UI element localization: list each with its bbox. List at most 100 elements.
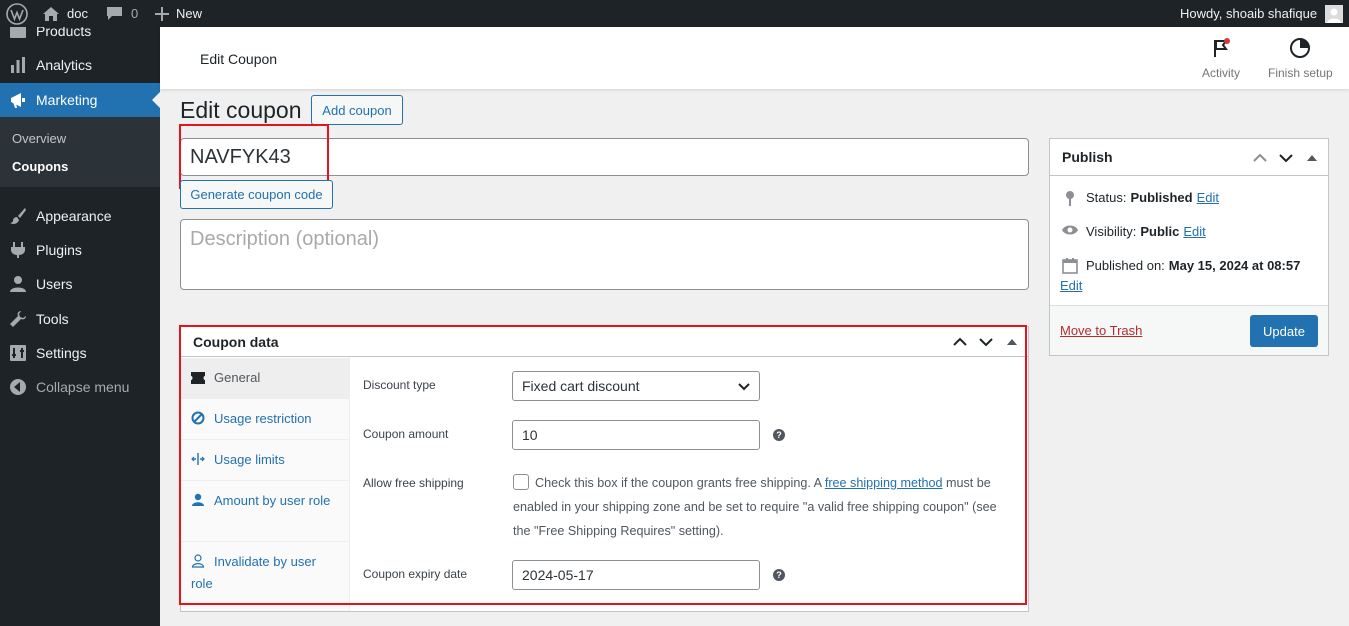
- free-shipping-method-link[interactable]: free shipping method: [825, 476, 943, 490]
- sidebar-item-settings[interactable]: Settings: [0, 336, 160, 370]
- submenu-item-overview[interactable]: Overview: [12, 131, 66, 146]
- archive-icon: [0, 27, 36, 40]
- sidebar-item-label: Marketing: [36, 92, 98, 108]
- ticket-icon: [191, 370, 209, 390]
- tab-usage-limits[interactable]: Usage limits: [181, 440, 350, 481]
- publish-actions: Move to Trash Update: [1050, 305, 1328, 355]
- sidebar-item-label: Plugins: [36, 242, 82, 258]
- sidebar-item-appearance[interactable]: Appearance: [0, 199, 160, 233]
- plug-icon: [0, 241, 36, 259]
- wordpress-logo-icon[interactable]: [6, 0, 28, 27]
- comments-link[interactable]: 0: [106, 0, 138, 27]
- bar-chart-icon: [0, 56, 36, 74]
- description-textarea[interactable]: Description (optional): [180, 219, 1029, 290]
- toggle-panel-icon[interactable]: [1302, 148, 1322, 168]
- chevron-down-icon: [738, 378, 750, 394]
- panel-controls: [950, 332, 1022, 352]
- coupon-data-panel: Coupon data General Usage restriction Us…: [180, 326, 1029, 612]
- sidebar-item-plugins[interactable]: Plugins: [0, 233, 160, 267]
- user-outline-icon: [191, 554, 209, 574]
- free-shipping-checkbox[interactable]: [513, 474, 529, 490]
- flag-icon: [1210, 37, 1232, 66]
- howdy-text: Howdy, shoaib shafique: [1180, 6, 1318, 21]
- home-icon: [42, 6, 60, 22]
- sidebar-item-users[interactable]: Users: [0, 267, 160, 301]
- admin-bar: doc 0 New Howdy, shoaib shafique: [0, 0, 1349, 27]
- edit-status-link[interactable]: Edit: [1197, 190, 1219, 205]
- sidebar-item-label: Settings: [36, 345, 87, 361]
- header-title: Edit Coupon: [200, 51, 278, 67]
- tab-invalidate-by-user-role[interactable]: Invalidate by user role: [181, 542, 350, 603]
- status-row: Status: Published Edit: [1060, 190, 1219, 206]
- tab-general[interactable]: General: [181, 358, 350, 399]
- new-content-link[interactable]: New: [155, 0, 202, 27]
- eye-icon: [1060, 224, 1080, 236]
- sidebar-item-analytics[interactable]: Analytics: [0, 48, 160, 82]
- pin-icon: [1060, 190, 1080, 206]
- discount-type-select[interactable]: Fixed cart discount: [512, 371, 760, 401]
- update-button[interactable]: Update: [1250, 315, 1318, 347]
- sidebar-item-tools[interactable]: Tools: [0, 302, 160, 336]
- page-header: Edit Coupon Activity Finish setup: [160, 27, 1349, 89]
- submenu-item-coupons[interactable]: Coupons: [12, 159, 68, 174]
- chevron-down-icon[interactable]: [976, 332, 996, 352]
- free-shipping-description: Check this box if the coupon grants free…: [513, 471, 1013, 543]
- coupon-amount-label: Coupon amount: [363, 427, 449, 441]
- publish-panel: Publish Status: Published Edit Visibilit…: [1049, 138, 1329, 356]
- sidebar-item-products[interactable]: Products: [0, 27, 160, 48]
- published-label: Published on:: [1086, 258, 1165, 273]
- chevron-up-icon[interactable]: [1250, 148, 1270, 168]
- finish-setup-button[interactable]: Finish setup: [1268, 37, 1333, 80]
- visibility-row: Visibility: Public Edit: [1060, 224, 1206, 239]
- toggle-panel-icon[interactable]: [1002, 332, 1022, 352]
- wrench-icon: [0, 310, 36, 328]
- block-icon: [191, 411, 209, 431]
- coupon-data-title: Coupon data: [181, 327, 1028, 357]
- tab-label: Usage restriction: [214, 411, 312, 426]
- sliders-icon: [0, 344, 36, 362]
- add-coupon-button[interactable]: Add coupon: [311, 95, 403, 125]
- collapse-menu-button[interactable]: Collapse menu: [0, 370, 160, 404]
- brush-icon: [0, 207, 36, 225]
- tab-label: Invalidate by user role: [191, 554, 316, 591]
- sidebar-item-label: Appearance: [36, 208, 112, 224]
- help-icon[interactable]: ?: [773, 429, 785, 441]
- sidebar-item-marketing[interactable]: Marketing: [0, 83, 160, 117]
- free-shipping-label: Allow free shipping: [363, 476, 464, 490]
- coupon-code-input[interactable]: NAVFYK43: [180, 138, 1029, 176]
- sidebar-item-label: Analytics: [36, 57, 93, 73]
- visibility-label: Visibility:: [1086, 224, 1137, 239]
- move-to-trash-link[interactable]: Move to Trash: [1060, 323, 1142, 338]
- edit-visibility-link[interactable]: Edit: [1183, 224, 1205, 239]
- generate-coupon-code-button[interactable]: Generate coupon code: [180, 180, 333, 209]
- page-title: Edit coupon: [180, 97, 302, 123]
- edit-date-link[interactable]: Edit: [1060, 278, 1320, 293]
- tab-usage-restriction[interactable]: Usage restriction: [181, 399, 350, 440]
- tab-label: Usage limits: [214, 452, 285, 467]
- help-icon[interactable]: ?: [773, 569, 785, 581]
- status-label: Status:: [1086, 190, 1127, 205]
- my-account-link[interactable]: Howdy, shoaib shafique: [1180, 0, 1344, 27]
- sidebar-item-label: Users: [36, 276, 73, 292]
- comment-icon: [106, 6, 123, 21]
- published-on-row: Published on: May 15, 2024 at 08:57 Edit: [1060, 258, 1320, 293]
- collapse-icon: [0, 378, 36, 396]
- tab-label: General: [214, 370, 261, 385]
- sidebar-item-label: Collapse menu: [36, 379, 130, 395]
- limits-icon: [191, 452, 209, 472]
- tab-amount-by-user-role[interactable]: Amount by user role: [181, 481, 350, 542]
- tab-label: Amount by user role: [214, 493, 331, 508]
- sidebar-item-label: Tools: [36, 311, 69, 327]
- expiry-date-input[interactable]: 2024-05-17: [512, 560, 760, 590]
- chevron-up-icon[interactable]: [950, 332, 970, 352]
- discount-type-label: Discount type: [363, 378, 436, 392]
- marketing-submenu: Overview Coupons: [0, 117, 160, 187]
- coupon-amount-input[interactable]: 10: [512, 420, 760, 450]
- user-icon: [0, 275, 36, 293]
- chevron-down-icon[interactable]: [1276, 148, 1296, 168]
- plus-icon: [155, 6, 169, 21]
- activity-button[interactable]: Activity: [1202, 37, 1240, 80]
- user-icon: [191, 493, 209, 513]
- megaphone-icon: [0, 91, 36, 109]
- site-name-link[interactable]: doc: [42, 0, 88, 27]
